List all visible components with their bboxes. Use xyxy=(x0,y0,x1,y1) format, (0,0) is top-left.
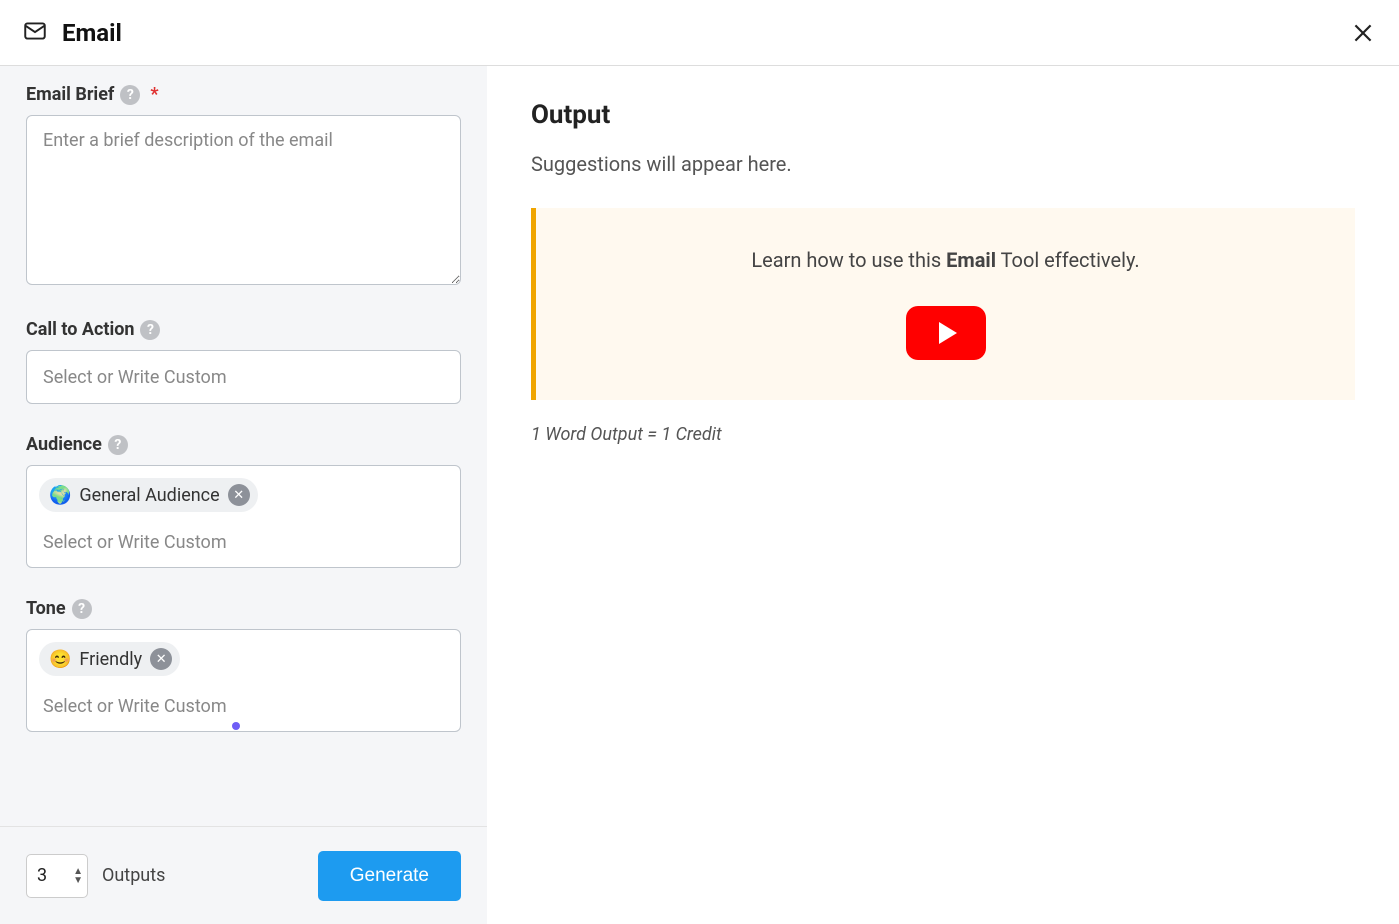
tip-bold: Email xyxy=(946,248,996,272)
cta-label: Call to Action ? xyxy=(26,319,461,340)
audience-label-text: Audience xyxy=(26,434,102,455)
play-icon xyxy=(939,322,957,344)
tone-label: Tone ? xyxy=(26,598,461,619)
audience-label: Audience ? xyxy=(26,434,461,455)
youtube-play-button[interactable] xyxy=(906,306,986,360)
output-panel: Output Suggestions will appear here. Lea… xyxy=(487,66,1399,924)
remove-chip-icon[interactable]: ✕ xyxy=(228,484,250,506)
smile-icon: 😊 xyxy=(49,649,71,670)
globe-icon: 🌍 xyxy=(49,485,71,506)
outputs-label: Outputs xyxy=(102,865,165,886)
remove-chip-icon[interactable]: ✕ xyxy=(150,648,172,670)
cta-input[interactable] xyxy=(26,350,461,404)
output-title: Output xyxy=(531,100,1355,130)
tip-panel: Learn how to use this Email Tool effecti… xyxy=(531,208,1355,400)
cta-label-text: Call to Action xyxy=(26,319,134,340)
form-panel: Email Brief ? * Call to Action ? Audienc… xyxy=(0,66,487,924)
tip-suffix: Tool effectively. xyxy=(996,248,1140,272)
audience-chip: 🌍 General Audience ✕ xyxy=(39,478,258,512)
email-brief-label: Email Brief ? * xyxy=(26,84,461,105)
credit-note: 1 Word Output = 1 Credit xyxy=(531,424,1355,445)
tone-label-text: Tone xyxy=(26,598,66,619)
tone-chip-label: Friendly xyxy=(79,649,142,670)
email-brief-label-text: Email Brief xyxy=(26,84,114,105)
audience-chip-label: General Audience xyxy=(79,485,219,506)
outputs-count: 3 xyxy=(37,865,73,886)
help-icon[interactable]: ? xyxy=(140,320,160,340)
required-star: * xyxy=(150,84,158,105)
close-button[interactable] xyxy=(1349,19,1377,47)
title-group: Email xyxy=(22,18,122,48)
tone-chip: 😊 Friendly ✕ xyxy=(39,642,180,676)
audience-group: Audience ? 🌍 General Audience ✕ xyxy=(26,434,461,568)
outputs-stepper[interactable]: 3 ▲ ▼ xyxy=(26,854,88,898)
tip-text: Learn how to use this Email Tool effecti… xyxy=(566,248,1325,272)
email-brief-group: Email Brief ? * xyxy=(26,84,461,289)
output-placeholder: Suggestions will appear here. xyxy=(531,152,1355,176)
help-icon[interactable]: ? xyxy=(108,435,128,455)
tone-group: Tone ? 😊 Friendly ✕ xyxy=(26,598,461,732)
header: Email xyxy=(0,0,1399,66)
tone-tagbox[interactable]: 😊 Friendly ✕ xyxy=(26,629,461,732)
chevron-down-icon[interactable]: ▼ xyxy=(73,876,83,885)
help-icon[interactable]: ? xyxy=(72,599,92,619)
audience-input[interactable] xyxy=(39,522,448,561)
form-scroll[interactable]: Email Brief ? * Call to Action ? Audienc… xyxy=(0,66,487,826)
tip-prefix: Learn how to use this xyxy=(751,248,946,272)
bottom-bar: 3 ▲ ▼ Outputs Generate xyxy=(0,826,487,924)
generate-button[interactable]: Generate xyxy=(318,851,461,901)
help-icon[interactable]: ? xyxy=(120,85,140,105)
cta-group: Call to Action ? xyxy=(26,319,461,404)
page-title: Email xyxy=(62,19,122,47)
outputs-control: 3 ▲ ▼ Outputs xyxy=(26,854,165,898)
main: Email Brief ? * Call to Action ? Audienc… xyxy=(0,66,1399,924)
audience-tagbox[interactable]: 🌍 General Audience ✕ xyxy=(26,465,461,568)
email-brief-input[interactable] xyxy=(26,115,461,285)
tone-input[interactable] xyxy=(39,686,448,725)
indicator-dot xyxy=(232,722,240,730)
email-icon xyxy=(22,18,48,48)
stepper-arrows[interactable]: ▲ ▼ xyxy=(73,867,83,885)
